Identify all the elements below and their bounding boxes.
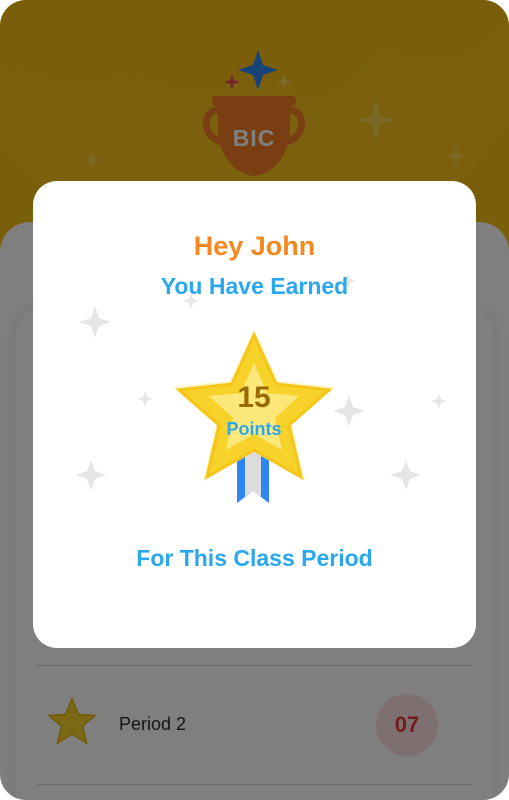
greeting-title: Hey John [193, 231, 316, 261]
phone-screen: BIC Period 2 07 [0, 0, 509, 800]
points-value: 15 [237, 381, 271, 414]
class-period-text: For This Class Period [136, 545, 373, 571]
points-label: Points [226, 419, 282, 439]
points-earned-modal: Hey John You Have Earned 15 Points For T… [33, 181, 476, 648]
points-badge: 15 Points [159, 321, 349, 511]
earned-subtitle: You Have Earned [160, 273, 349, 299]
star-medal-icon [173, 329, 335, 503]
